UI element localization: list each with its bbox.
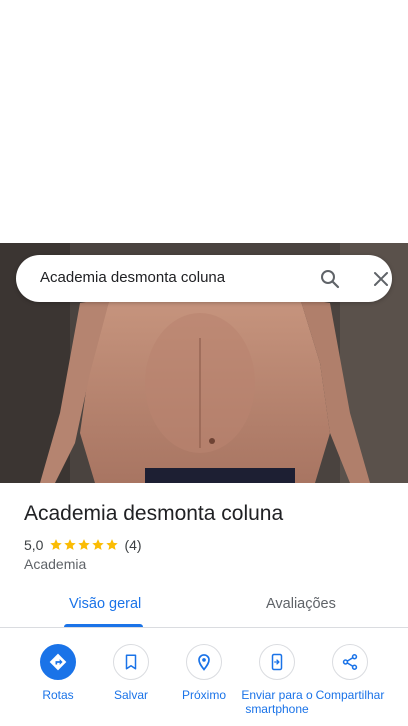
send-to-phone-label: Enviar para o smartphone	[241, 688, 313, 716]
share-icon	[332, 644, 368, 680]
share-button[interactable]: Compartilhar	[313, 644, 387, 702]
review-count: (4)	[124, 537, 142, 553]
place-title: Academia desmonta coluna	[24, 502, 284, 525]
send-to-phone-button[interactable]: Enviar para o smartphone	[240, 644, 314, 716]
directions-label: Rotas	[42, 688, 74, 702]
tabs-divider	[0, 627, 408, 628]
star-icon	[78, 539, 91, 550]
close-icon[interactable]	[369, 267, 393, 291]
search-icon[interactable]	[318, 267, 342, 291]
save-label: Salvar	[113, 688, 148, 702]
place-info-panel: Academia desmonta coluna 5,0 (4) Academi…	[0, 483, 408, 726]
directions-button[interactable]: Rotas	[21, 644, 95, 702]
tab-reviews[interactable]: Avaliações	[266, 596, 336, 612]
tab-overview[interactable]: Visão geral	[69, 596, 141, 612]
star-icon	[92, 539, 105, 550]
nearby-icon	[186, 644, 222, 680]
share-label: Compartilhar	[315, 688, 385, 702]
directions-icon	[40, 644, 76, 680]
send-to-phone-icon	[259, 644, 295, 680]
rating-value: 5,0	[24, 537, 44, 553]
save-button[interactable]: Salvar	[94, 644, 168, 702]
nearby-label: Próximo	[181, 688, 226, 702]
nearby-button[interactable]: Próximo	[167, 644, 241, 702]
search-bar[interactable]: Academia desmonta coluna	[16, 255, 392, 302]
rating-row[interactable]: 5,0 (4)	[24, 536, 142, 554]
star-rating	[49, 538, 119, 552]
bookmark-icon	[113, 644, 149, 680]
place-category: Academia	[24, 556, 87, 572]
star-icon	[106, 539, 119, 550]
map-blank-area	[0, 0, 408, 243]
star-icon	[50, 539, 63, 550]
star-icon	[64, 539, 77, 550]
search-input[interactable]: Academia desmonta coluna	[40, 269, 225, 286]
